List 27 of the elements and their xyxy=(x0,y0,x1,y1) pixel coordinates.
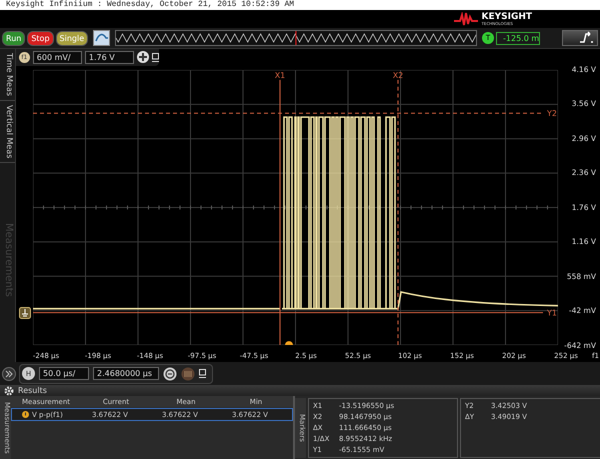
trigger-level-field[interactable]: -125.0 m xyxy=(496,32,540,44)
scale-field[interactable]: 600 mV/ xyxy=(32,50,82,64)
expand-icon[interactable] xyxy=(2,366,16,380)
window-title: Keysight Infiniium : Wednesday, October 21, 2015 10:52:39 AM xyxy=(6,0,294,10)
step-arrow-icon xyxy=(579,31,595,45)
knob-icon[interactable] xyxy=(181,366,195,380)
run-control-button[interactable]: Run xyxy=(2,30,26,46)
document-icon[interactable] xyxy=(199,369,206,378)
warning-icon xyxy=(22,411,29,418)
trigger-point-icon xyxy=(285,340,293,345)
zoom-icon[interactable] xyxy=(163,366,177,380)
results-title: Results xyxy=(18,386,47,395)
wave-logo-icon xyxy=(454,12,478,26)
offset-field[interactable]: 1.76 V xyxy=(84,50,134,64)
side-tab[interactable]: Time Meas xyxy=(0,49,15,102)
waveform-button[interactable] xyxy=(93,30,110,46)
side-tab[interactable]: Vertical Meas xyxy=(0,101,15,164)
position-field[interactable]: 2.4680000 µs xyxy=(93,367,159,380)
settings-icon[interactable] xyxy=(4,386,14,396)
document-icon[interactable] xyxy=(152,52,159,62)
trigger-mode-button[interactable] xyxy=(562,30,598,46)
waveform-overview[interactable] xyxy=(115,30,477,46)
timebase-field[interactable]: 50.0 µs/ xyxy=(39,367,89,380)
brand-name: KEYSIGHT xyxy=(481,12,532,22)
ground-reference-icon xyxy=(16,306,33,319)
run-control-button[interactable]: Stop xyxy=(27,30,54,46)
add-icon[interactable] xyxy=(136,51,149,64)
